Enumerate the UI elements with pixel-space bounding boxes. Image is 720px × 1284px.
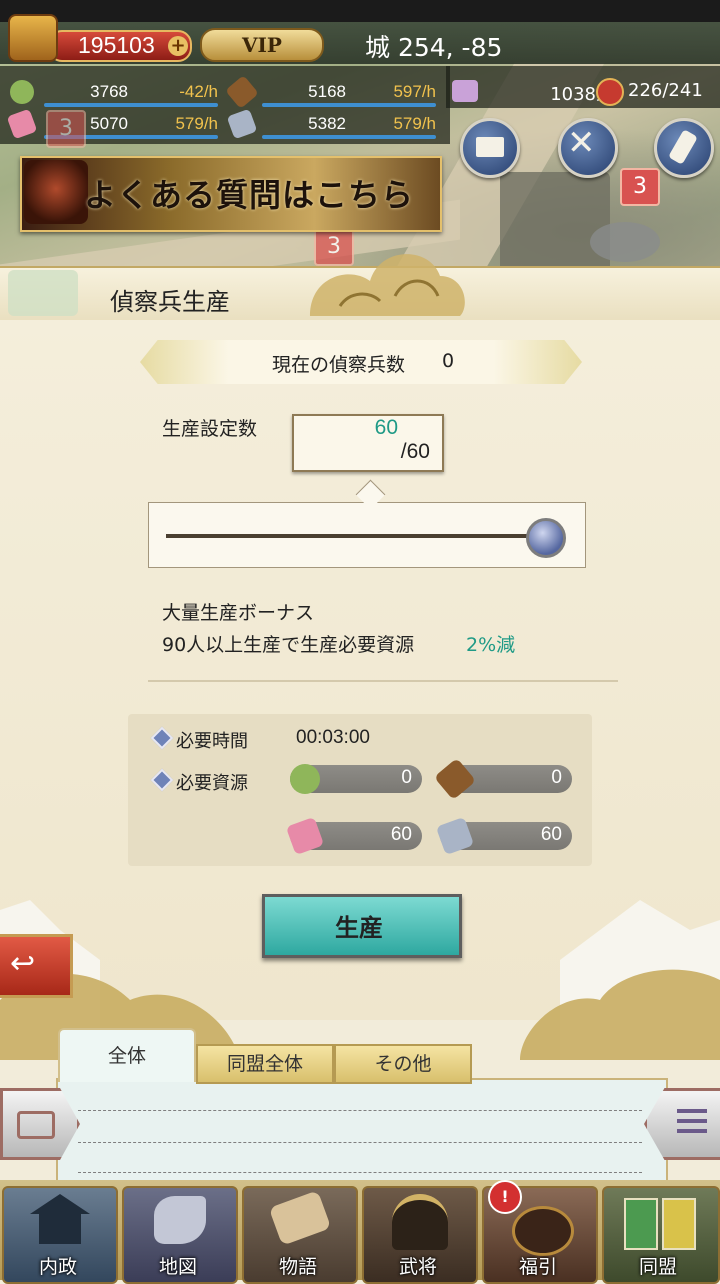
resource-label: 必要資源 — [176, 773, 248, 794]
notification-badge: 3 — [620, 168, 660, 206]
gold-amount: 195103 — [78, 32, 155, 58]
bonus-percent: 2%減 — [466, 634, 516, 656]
page-title: 偵察兵生産 — [110, 288, 230, 316]
food-supply-value: 226/241 — [628, 80, 703, 101]
add-gold-button[interactable]: + — [168, 36, 188, 56]
battle-button[interactable]: ✕ — [558, 118, 618, 178]
camera-icon — [17, 1111, 55, 1139]
people-icon — [452, 80, 478, 102]
chat-tab-other[interactable]: その他 — [334, 1044, 472, 1084]
cost-cloth-value: 60 — [390, 824, 412, 845]
food-amount: 3768 — [90, 82, 128, 101]
banner-flag-icon — [662, 1198, 696, 1250]
production-count-label: 生産設定数 — [162, 418, 258, 440]
production-slider[interactable] — [166, 534, 546, 538]
alert-badge: ! — [488, 1180, 522, 1214]
cost-iron-value: 60 — [540, 824, 562, 845]
status-bar — [0, 0, 720, 22]
scroll-stack-icon — [268, 1190, 332, 1246]
wood-bar — [262, 103, 436, 107]
hamburger-icon — [677, 1109, 707, 1113]
mail-icon — [476, 137, 504, 157]
nav-label: 物語 — [278, 1256, 317, 1278]
wood-rate: 597/h — [393, 82, 436, 101]
chat-line — [78, 1110, 642, 1111]
chat-line — [78, 1172, 642, 1173]
nav-label: 福引 — [518, 1256, 557, 1278]
vip-button[interactable]: VIP — [200, 28, 324, 62]
chat-panel[interactable] — [56, 1078, 668, 1192]
bonus-description: 90人以上生産で生産必要資源 — [162, 634, 415, 656]
crossed-swords-icon: ✕ — [567, 123, 596, 163]
time-label: 必要時間 — [176, 731, 248, 752]
helmet-icon — [392, 1194, 448, 1250]
back-arrow-icon: ↩ — [10, 946, 36, 981]
chat-tab-all[interactable]: 全体 — [58, 1028, 196, 1082]
rice-icon — [290, 764, 320, 794]
food-rate: -42/h — [179, 82, 218, 101]
chat-tab-alliance[interactable]: 同盟全体 — [196, 1044, 334, 1084]
banner-flag-icon — [624, 1198, 658, 1250]
nav-label: 同盟 — [638, 1256, 677, 1278]
food-bar — [44, 103, 218, 107]
rice-icon — [10, 80, 34, 104]
cloth-rate: 579/h — [175, 114, 218, 133]
castle-icon — [30, 1194, 90, 1244]
bonus-title: 大量生産ボーナス — [162, 602, 315, 624]
cost-food-value: 0 — [401, 767, 412, 788]
mail-button[interactable] — [460, 118, 520, 178]
scroll-icon — [668, 129, 698, 165]
production-count-value: 60 — [374, 416, 398, 439]
divider — [148, 680, 618, 682]
nav-label: 内政 — [38, 1256, 77, 1278]
time-value: 00:03:00 — [296, 727, 370, 748]
production-count-max: /60 — [400, 440, 430, 463]
building-level-badge: 3 — [46, 110, 86, 148]
nav-label: 武将 — [398, 1256, 437, 1278]
iron-amount: 5382 — [308, 114, 346, 133]
map-icon — [154, 1196, 206, 1244]
treasure-chest-icon[interactable] — [8, 14, 58, 62]
chat-line — [78, 1142, 642, 1143]
warrior-portrait-icon — [24, 160, 88, 224]
lottery-drum-icon — [512, 1206, 574, 1256]
quest-button[interactable] — [654, 118, 714, 178]
cloud-decoration — [310, 254, 465, 316]
rice-bowl-icon — [596, 78, 624, 106]
iron-bar — [262, 135, 436, 139]
slider-thumb[interactable] — [526, 518, 566, 558]
castle-coordinates: 城 254, -85 — [365, 33, 503, 62]
crest-icon — [8, 270, 78, 316]
faq-banner-text: よくある質問はこちら — [84, 176, 415, 214]
wood-amount: 5168 — [308, 82, 346, 101]
iron-rate: 579/h — [393, 114, 436, 133]
nav-label: 地図 — [158, 1256, 197, 1278]
scout-count-value: 0 — [442, 350, 455, 372]
scout-count-label: 現在の偵察兵数 — [272, 354, 406, 376]
produce-button-label: 生産 — [335, 913, 383, 942]
cost-wood-value: 0 — [551, 767, 562, 788]
